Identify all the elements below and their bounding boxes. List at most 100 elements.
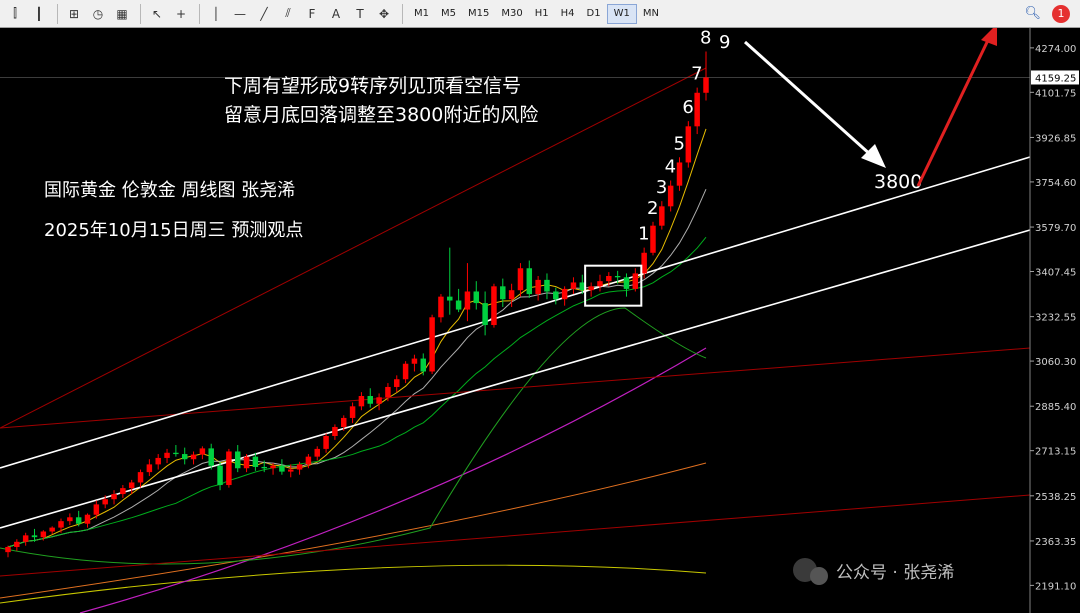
- candle-body: [588, 286, 594, 291]
- candle-body: [111, 494, 117, 500]
- horizontal-line-icon[interactable]: —: [229, 3, 251, 25]
- candle-body: [22, 535, 29, 542]
- candle-body: [75, 517, 82, 524]
- candle: [491, 283, 497, 328]
- search-icon[interactable]: 🔍︎: [1021, 3, 1044, 25]
- candle-body: [676, 162, 683, 186]
- candle-body: [394, 379, 400, 387]
- axis-tick-label: 2885.40: [1035, 402, 1076, 413]
- candle: [49, 526, 55, 535]
- candle-body: [14, 541, 20, 547]
- candle: [190, 451, 197, 465]
- candle-body: [155, 457, 161, 465]
- text-icon[interactable]: A: [325, 3, 347, 25]
- candle: [411, 354, 418, 372]
- candle: [650, 221, 656, 256]
- candlestick-icon[interactable]: ┃: [28, 3, 50, 25]
- candle: [570, 277, 577, 295]
- candle-body: [190, 454, 197, 460]
- candle-body: [623, 277, 630, 289]
- candle: [279, 459, 285, 475]
- candle: [685, 121, 692, 168]
- timeframe-m1[interactable]: M1: [408, 4, 435, 24]
- shapes-icon[interactable]: ✥: [373, 3, 395, 25]
- red-arrow-shaft: [916, 35, 992, 187]
- candle: [332, 424, 338, 440]
- count-label-2: 2: [647, 198, 658, 219]
- toolbar-divider: [199, 3, 200, 24]
- timeframe-m5[interactable]: M5: [435, 4, 462, 24]
- candle: [447, 247, 453, 315]
- candle: [535, 276, 541, 301]
- candle: [703, 51, 709, 101]
- channel-upper-line: [0, 156, 1031, 469]
- candle: [181, 447, 188, 465]
- candle: [473, 281, 480, 310]
- candle-body: [128, 482, 135, 489]
- timeframe-h4[interactable]: H4: [555, 4, 581, 24]
- axis-tick-label: 2191.10: [1035, 581, 1076, 592]
- candle: [111, 490, 117, 505]
- axis-tick-label: 3232.55: [1035, 313, 1076, 324]
- axis-tick-label: 3926.85: [1035, 133, 1076, 144]
- timeframe-m15[interactable]: M15: [462, 4, 495, 24]
- candle: [553, 287, 559, 305]
- candle: [367, 388, 373, 408]
- timeframe-bar: M1 M5 M15 M30 H1 H4 D1 W1 MN: [408, 3, 665, 24]
- timeframe-m30[interactable]: M30: [495, 4, 528, 24]
- timeframe-h1[interactable]: H1: [529, 4, 555, 24]
- candle-body: [526, 268, 533, 295]
- candle: [694, 87, 700, 135]
- info-line-1: 国际黄金 伦敦金 周线图 张尧浠: [44, 180, 295, 201]
- count-label-4: 4: [665, 157, 676, 178]
- bar-chart-icon[interactable]: ⫿: [4, 3, 26, 25]
- channel-icon[interactable]: ⫽: [277, 3, 299, 25]
- count-label-5: 5: [673, 133, 684, 154]
- fibonacci-icon[interactable]: F: [301, 3, 323, 25]
- crosshair-icon[interactable]: +: [170, 3, 192, 25]
- ma-10-line: [7, 188, 707, 548]
- history-icon[interactable]: ◷: [87, 3, 109, 25]
- candle-body: [694, 92, 700, 127]
- candle: [164, 448, 170, 464]
- channel-lower-line: [0, 229, 1031, 529]
- candle: [199, 446, 206, 460]
- candle: [500, 278, 506, 307]
- candle-body: [305, 456, 312, 465]
- template-icon[interactable]: ▦: [111, 3, 133, 25]
- candle-body: [270, 465, 276, 469]
- timeframe-mn[interactable]: MN: [637, 4, 665, 24]
- vertical-line-icon[interactable]: │: [205, 3, 227, 25]
- candle-body: [164, 452, 170, 458]
- candle-body: [323, 436, 329, 449]
- notification-button[interactable]: 1: [1052, 4, 1070, 23]
- trendline-icon[interactable]: ╱: [253, 3, 275, 25]
- label-icon[interactable]: T: [349, 3, 371, 25]
- candle-body: [332, 426, 338, 436]
- axis-tick-label: 2363.35: [1035, 537, 1076, 548]
- candle-body: [491, 286, 497, 326]
- candle-body: [137, 472, 144, 483]
- candle-body: [420, 358, 427, 372]
- drawing-tools: ⫿ ┃ ⊞ ◷ ▦ ↖ + │ — ╱ ⫽ F A T ✥: [4, 3, 397, 25]
- toolbar: ⫿ ┃ ⊞ ◷ ▦ ↖ + │ — ╱ ⫽ F A T ✥ M1 M5 M15 M30 H1 H4 D1 W1 MN 🔍︎ …: [0, 0, 1080, 28]
- candle-body: [535, 279, 541, 295]
- candle-body: [402, 363, 409, 380]
- toolbar-divider: [140, 3, 141, 24]
- ma-slow-line: [79, 347, 707, 613]
- candle: [358, 392, 365, 411]
- axis-tick-label: 4101.75: [1035, 88, 1076, 99]
- candle: [464, 263, 471, 322]
- candle-body: [5, 546, 11, 553]
- candle-body: [429, 317, 435, 372]
- headline-line-1: 下周有望形成9转序列见顶看空信号: [224, 75, 521, 97]
- cursor-icon[interactable]: ↖: [146, 3, 168, 25]
- price-chart[interactable]: 4274.00 4101.75 3926.85 3754.60 3579.70 3407.…: [0, 28, 1080, 613]
- timeframe-d1[interactable]: D1: [581, 4, 607, 24]
- new-chart-icon[interactable]: ⊞: [63, 3, 85, 25]
- timeframe-w1[interactable]: W1: [606, 3, 637, 24]
- candle: [482, 291, 488, 336]
- target-arrow-shaft: [743, 40, 874, 158]
- candle: [402, 361, 409, 384]
- candle-body: [544, 279, 550, 292]
